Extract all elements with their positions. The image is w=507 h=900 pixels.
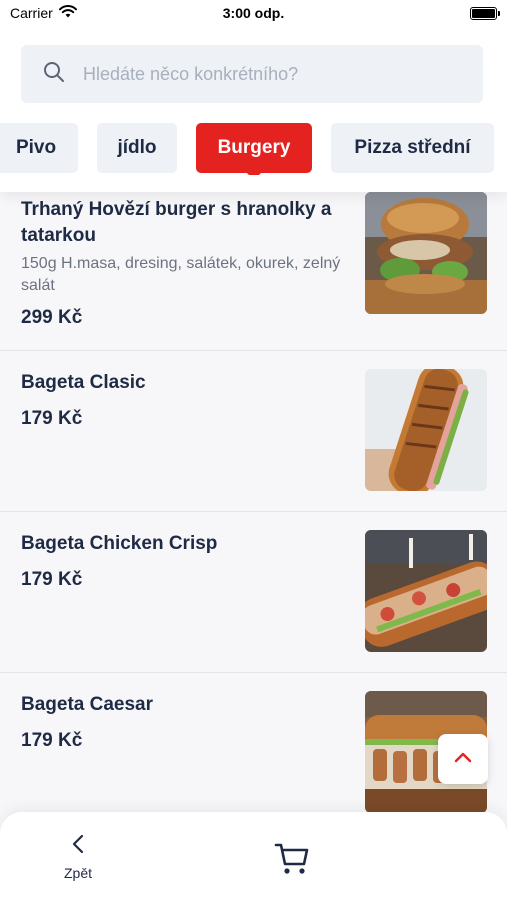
wifi-icon (58, 5, 77, 21)
scroll-to-top-button[interactable] (438, 734, 488, 784)
chevron-up-icon (454, 750, 472, 768)
tab-label: jídlo (117, 137, 157, 158)
status-bar: Carrier 3:00 odp. (0, 0, 507, 26)
search-bar[interactable] (21, 45, 483, 103)
chevron-left-icon (71, 834, 85, 859)
product-image-burger (365, 192, 487, 314)
back-button[interactable]: Zpět (54, 834, 102, 881)
tab-pivo[interactable]: Pivo (0, 123, 78, 173)
product-price: 179 Kč (21, 730, 83, 751)
product-title: Bageta Chicken Crisp (21, 533, 218, 554)
product-image-bageta-chicken-crisp (365, 530, 487, 652)
tab-label: Burgery (217, 137, 291, 158)
product-title: Bageta Clasic (21, 372, 146, 393)
product-price: 179 Kč (21, 408, 83, 429)
carrier-label: Carrier (10, 5, 53, 21)
product-price: 179 Kč (21, 569, 83, 590)
product-description: 150g H.masa, dresing, salátek, okurek, z… (21, 255, 341, 294)
product-item[interactable]: Bageta Caesar 179 Kč (0, 673, 507, 812)
product-item[interactable]: Trhaný Hovězí burger s hranolky a tatark… (0, 192, 507, 351)
status-left: Carrier (10, 5, 77, 21)
tab-jidlo[interactable]: jídlo (97, 123, 177, 173)
tab-label: Pizza střední (354, 137, 471, 158)
search-icon (43, 61, 65, 88)
tab-label: Pivo (15, 137, 57, 158)
product-image-bageta-clasic (365, 369, 487, 491)
cart-button[interactable] (274, 842, 310, 876)
tab-burgery[interactable]: Burgery (196, 123, 312, 175)
tab-pizza-stredni[interactable]: Pizza střední (331, 123, 494, 173)
battery-icon (470, 6, 500, 20)
category-tabs: Pivo jídlo Burgery Pizza střední (0, 123, 507, 175)
bottom-bar: Zpět (0, 812, 507, 900)
cart-icon (274, 843, 310, 880)
header: Pivo jídlo Burgery Pizza střední (0, 26, 507, 192)
product-price: 299 Kč (21, 307, 83, 328)
product-title: Trhaný Hovězí burger s hranolky a tatark… (21, 199, 332, 246)
product-list: Trhaný Hovězí burger s hranolky a tatark… (0, 192, 507, 812)
product-item[interactable]: Bageta Chicken Crisp 179 Kč (0, 512, 507, 673)
product-item[interactable]: Bageta Clasic 179 Kč (0, 351, 507, 512)
product-title: Bageta Caesar (21, 694, 154, 715)
back-label: Zpět (63, 865, 92, 881)
search-input[interactable] (83, 63, 443, 85)
